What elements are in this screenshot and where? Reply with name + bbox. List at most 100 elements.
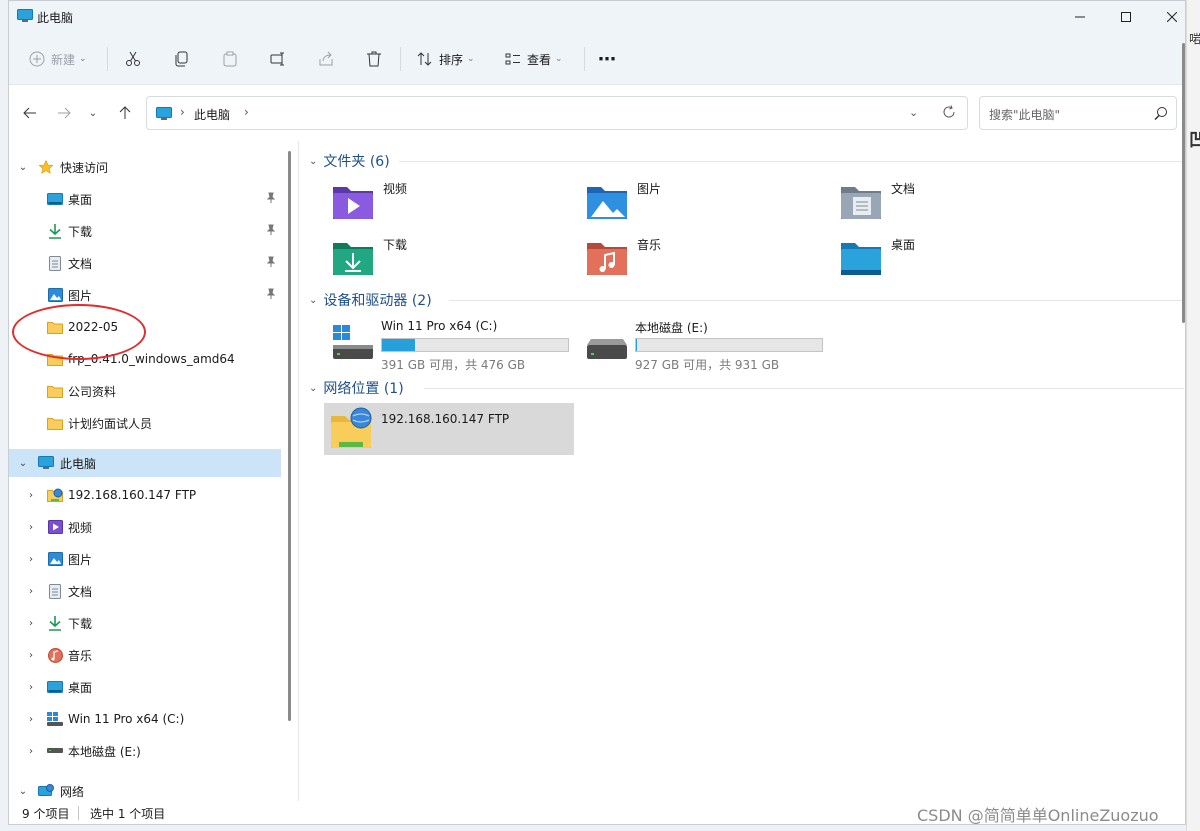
status-separator — [78, 806, 79, 820]
nav-item-drive-e[interactable]: › 本地磁盘 (E:) — [9, 737, 281, 765]
nav-item-drive-c[interactable]: › Win 11 Pro x64 (C:) — [9, 705, 281, 733]
drive-tile-c[interactable]: Win 11 Pro x64 (C:) 391 GB 可用，共 476 GB — [325, 319, 575, 375]
arrow-left-icon — [23, 107, 36, 119]
video-icon — [47, 519, 63, 535]
expand-chevron-icon[interactable]: ⌄ — [18, 162, 28, 173]
drive-name: Win 11 Pro x64 (C:) — [381, 319, 498, 333]
view-button[interactable]: 查看 ⌄ — [505, 45, 563, 73]
up-button[interactable] — [113, 103, 137, 123]
refresh-icon[interactable] — [942, 105, 956, 119]
cut-button[interactable] — [125, 45, 141, 73]
pin-icon[interactable] — [265, 192, 277, 204]
nav-scrollbar[interactable] — [288, 151, 291, 721]
folder-tile-desktop[interactable]: 桌面 — [835, 233, 1085, 283]
pin-icon[interactable] — [265, 224, 277, 236]
nav-item-downloads-quick[interactable]: 下载 — [9, 217, 281, 245]
ftp-folder-icon — [331, 407, 372, 448]
nav-label: 视频 — [68, 520, 93, 535]
address-dropdown-icon[interactable]: ⌄ — [909, 106, 918, 119]
desktop-icon — [47, 191, 63, 207]
search-input[interactable]: 搜索"此电脑" — [979, 96, 1177, 130]
folder-tile-downloads[interactable]: 下载 — [327, 233, 577, 283]
expand-chevron-icon[interactable]: › — [26, 522, 36, 533]
nav-label: Win 11 Pro x64 (C:) — [68, 712, 185, 726]
nav-label: 192.168.160.147 FTP — [68, 488, 197, 502]
section-header-devices[interactable]: ⌄ 设备和驱动器 (2) — [309, 290, 432, 310]
close-button[interactable] — [1149, 1, 1185, 32]
expand-chevron-icon[interactable]: › — [26, 682, 36, 693]
nav-quick-access[interactable]: ⌄ 快速访问 — [9, 153, 281, 181]
expand-chevron-icon[interactable]: › — [26, 650, 36, 661]
drive-free-space: 927 GB 可用，共 931 GB — [635, 358, 780, 372]
folder-tile-documents[interactable]: 文档 — [835, 177, 1085, 227]
minimize-button[interactable] — [1057, 1, 1103, 32]
nav-item-folder-interview[interactable]: 计划约面试人员 — [9, 409, 281, 437]
nav-this-pc[interactable]: ⌄ 此电脑 — [9, 449, 281, 477]
network-location-tile-ftp[interactable]: 192.168.160.147 FTP — [324, 403, 574, 455]
nav-item-pictures[interactable]: › 图片 — [9, 545, 281, 573]
nav-item-pictures-quick[interactable]: 图片 — [9, 281, 281, 309]
section-header-folders[interactable]: ⌄ 文件夹 (6) — [309, 151, 390, 171]
folder-tile-pictures[interactable]: 图片 — [581, 177, 831, 227]
nav-item-videos[interactable]: › 视频 — [9, 513, 281, 541]
folder-tile-videos[interactable]: 视频 — [327, 177, 577, 227]
breadcrumb-this-pc[interactable]: 此电脑 — [194, 106, 230, 123]
sort-icon — [417, 52, 432, 66]
expand-chevron-icon[interactable]: › — [26, 714, 36, 725]
nav-item-documents[interactable]: › 文档 — [9, 577, 281, 605]
scissors-icon — [126, 51, 140, 66]
expand-chevron-icon[interactable]: › — [26, 618, 36, 629]
expand-chevron-icon[interactable]: ⌄ — [18, 786, 28, 797]
chevron-down-icon: ⌄ — [467, 54, 475, 64]
view-icon — [505, 53, 520, 65]
expand-chevron-icon[interactable]: ⌄ — [18, 458, 28, 469]
nav-item-downloads[interactable]: › 下载 — [9, 609, 281, 637]
nav-item-music[interactable]: › 音乐 — [9, 641, 281, 669]
more-icon: ⋯ — [598, 48, 616, 70]
expand-chevron-icon[interactable]: › — [26, 586, 36, 597]
share-button[interactable] — [318, 45, 334, 73]
pin-icon[interactable] — [265, 256, 277, 268]
breadcrumb-separator-icon[interactable]: › — [180, 105, 185, 119]
pin-icon[interactable] — [265, 288, 277, 300]
address-row: ⌄ › 此电脑 › ⌄ 搜索"此电脑" — [9, 85, 1185, 141]
rename-button[interactable] — [270, 45, 286, 73]
sort-button[interactable]: 排序 ⌄ — [417, 45, 475, 73]
maximize-button[interactable] — [1103, 1, 1149, 32]
drive-tile-e[interactable]: 本地磁盘 (E:) 927 GB 可用，共 931 GB — [579, 319, 829, 375]
folder-tile-music[interactable]: 音乐 — [581, 233, 831, 283]
separator — [400, 47, 401, 71]
tile-label: 桌面 — [891, 238, 916, 252]
collapse-chevron-icon[interactable]: ⌄ — [309, 156, 317, 167]
recent-locations-button[interactable]: ⌄ — [85, 103, 101, 123]
collapse-chevron-icon[interactable]: ⌄ — [309, 295, 317, 306]
back-button[interactable] — [18, 103, 42, 123]
collapse-chevron-icon[interactable]: ⌄ — [309, 383, 317, 394]
expand-chevron-icon[interactable]: › — [26, 554, 36, 565]
download-icon — [47, 223, 63, 239]
nav-item-desktop-quick[interactable]: 桌面 — [9, 185, 281, 213]
desktop-icon — [47, 679, 63, 695]
nav-item-documents-quick[interactable]: 文档 — [9, 249, 281, 277]
nav-item-ftp[interactable]: › 192.168.160.147 FTP — [9, 481, 281, 509]
new-button[interactable]: 新建 ⌄ — [29, 45, 87, 73]
paste-button[interactable] — [222, 45, 238, 73]
search-icon — [1154, 107, 1167, 120]
content-scrollbar[interactable] — [1182, 43, 1185, 323]
documents-folder-icon — [841, 187, 881, 219]
nav-item-desktop[interactable]: › 桌面 — [9, 673, 281, 701]
copy-button[interactable] — [174, 45, 190, 73]
section-header-network[interactable]: ⌄ 网络位置 (1) — [309, 378, 404, 398]
address-bar[interactable]: › 此电脑 › ⌄ — [146, 96, 968, 130]
expand-chevron-icon[interactable]: › — [26, 746, 36, 757]
nav-item-folder-frp[interactable]: frp_0.41.0_windows_amd64 — [9, 345, 281, 373]
breadcrumb-separator-icon[interactable]: › — [244, 105, 249, 119]
ftp-icon — [47, 487, 63, 503]
more-options-button[interactable]: ⋯ — [598, 45, 616, 73]
nav-item-folder-company[interactable]: 公司资料 — [9, 377, 281, 405]
nav-label: 桌面 — [68, 192, 93, 207]
expand-chevron-icon[interactable]: › — [26, 490, 36, 501]
nav-item-folder-2022-05[interactable]: 2022-05 — [9, 313, 281, 341]
forward-button[interactable] — [52, 103, 76, 123]
delete-button[interactable] — [366, 45, 382, 73]
